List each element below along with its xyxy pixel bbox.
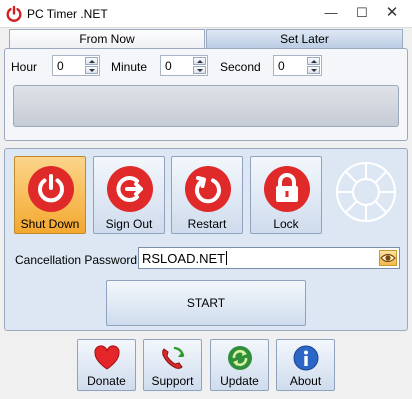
minute-down-arrow-icon[interactable]	[193, 66, 206, 74]
update-label: Update	[220, 374, 259, 388]
password-text[interactable]: RSLOAD.NET	[142, 251, 225, 266]
support-label: Support	[151, 374, 194, 388]
lock-button[interactable]: Lock	[250, 156, 322, 234]
info-icon	[293, 345, 319, 371]
hour-stepper[interactable]: 0	[52, 55, 100, 76]
password-value[interactable]: RSLOAD.NET	[142, 251, 228, 266]
minute-value[interactable]: 0	[165, 59, 172, 73]
text-caret	[226, 251, 228, 265]
hour-value[interactable]: 0	[57, 59, 64, 73]
support-button[interactable]: Support	[143, 339, 202, 391]
countdown-display	[13, 85, 399, 127]
sign-out-icon	[107, 166, 153, 212]
tab-from-now[interactable]: From Now	[9, 29, 205, 49]
window-title: PC Timer .NET	[27, 7, 108, 21]
close-button[interactable]: ✕	[381, 3, 403, 23]
hour-down-arrow-icon[interactable]	[85, 66, 98, 74]
about-button[interactable]: About	[276, 339, 335, 391]
second-stepper-arrows	[307, 57, 320, 74]
minimize-button[interactable]: —	[320, 3, 342, 23]
hour-label: Hour	[11, 60, 38, 74]
phone-icon	[162, 346, 185, 369]
restart-button[interactable]: Restart	[171, 156, 243, 234]
second-stepper[interactable]: 0	[273, 55, 322, 76]
second-down-arrow-icon[interactable]	[307, 66, 320, 74]
donate-button[interactable]: Donate	[77, 339, 136, 391]
minute-up-arrow-icon[interactable]	[193, 57, 206, 65]
start-button[interactable]: START	[106, 280, 306, 326]
time-panel: Hour 0 Minute 0 Second 0	[4, 48, 408, 141]
lock-icon	[264, 166, 310, 212]
show-password-button[interactable]	[379, 250, 397, 266]
update-button[interactable]: Update	[210, 339, 269, 391]
sign-out-button[interactable]: Sign Out	[93, 156, 165, 234]
title-bar: PC Timer .NET — ☐ ✕	[0, 0, 412, 28]
busy-spinner-icon	[336, 162, 396, 222]
second-label: Second	[220, 60, 261, 74]
restart-icon	[185, 166, 231, 212]
second-up-arrow-icon[interactable]	[307, 57, 320, 65]
tab-set-later[interactable]: Set Later	[206, 29, 403, 49]
shut-down-label: Shut Down	[20, 217, 80, 231]
maximize-button[interactable]: ☐	[351, 3, 373, 23]
power-icon	[28, 166, 74, 212]
action-panel: Shut Down Sign Out Restart Lock Cancella…	[4, 148, 408, 331]
about-label: About	[289, 374, 322, 388]
cancellation-password-label: Cancellation Password :	[15, 253, 144, 267]
cancellation-password-input[interactable]: RSLOAD.NET	[138, 247, 400, 269]
hour-up-arrow-icon[interactable]	[85, 57, 98, 65]
donate-label: Donate	[87, 374, 126, 388]
minute-stepper[interactable]: 0	[160, 55, 208, 76]
heart-icon	[94, 345, 120, 370]
hour-stepper-arrows	[85, 57, 98, 74]
minute-stepper-arrows	[193, 57, 206, 74]
restart-label: Restart	[187, 217, 227, 231]
time-row: Hour 0 Minute 0 Second 0	[5, 55, 405, 77]
lock-label: Lock	[273, 217, 299, 231]
update-icon	[228, 346, 252, 370]
minute-label: Minute	[111, 60, 148, 74]
mode-tabs: From Now Set Later	[9, 29, 403, 49]
second-value[interactable]: 0	[278, 59, 285, 73]
sign-out-label: Sign Out	[105, 217, 153, 231]
shut-down-button[interactable]: Shut Down	[14, 156, 86, 234]
power-app-icon	[6, 5, 22, 22]
eye-icon	[380, 253, 396, 263]
